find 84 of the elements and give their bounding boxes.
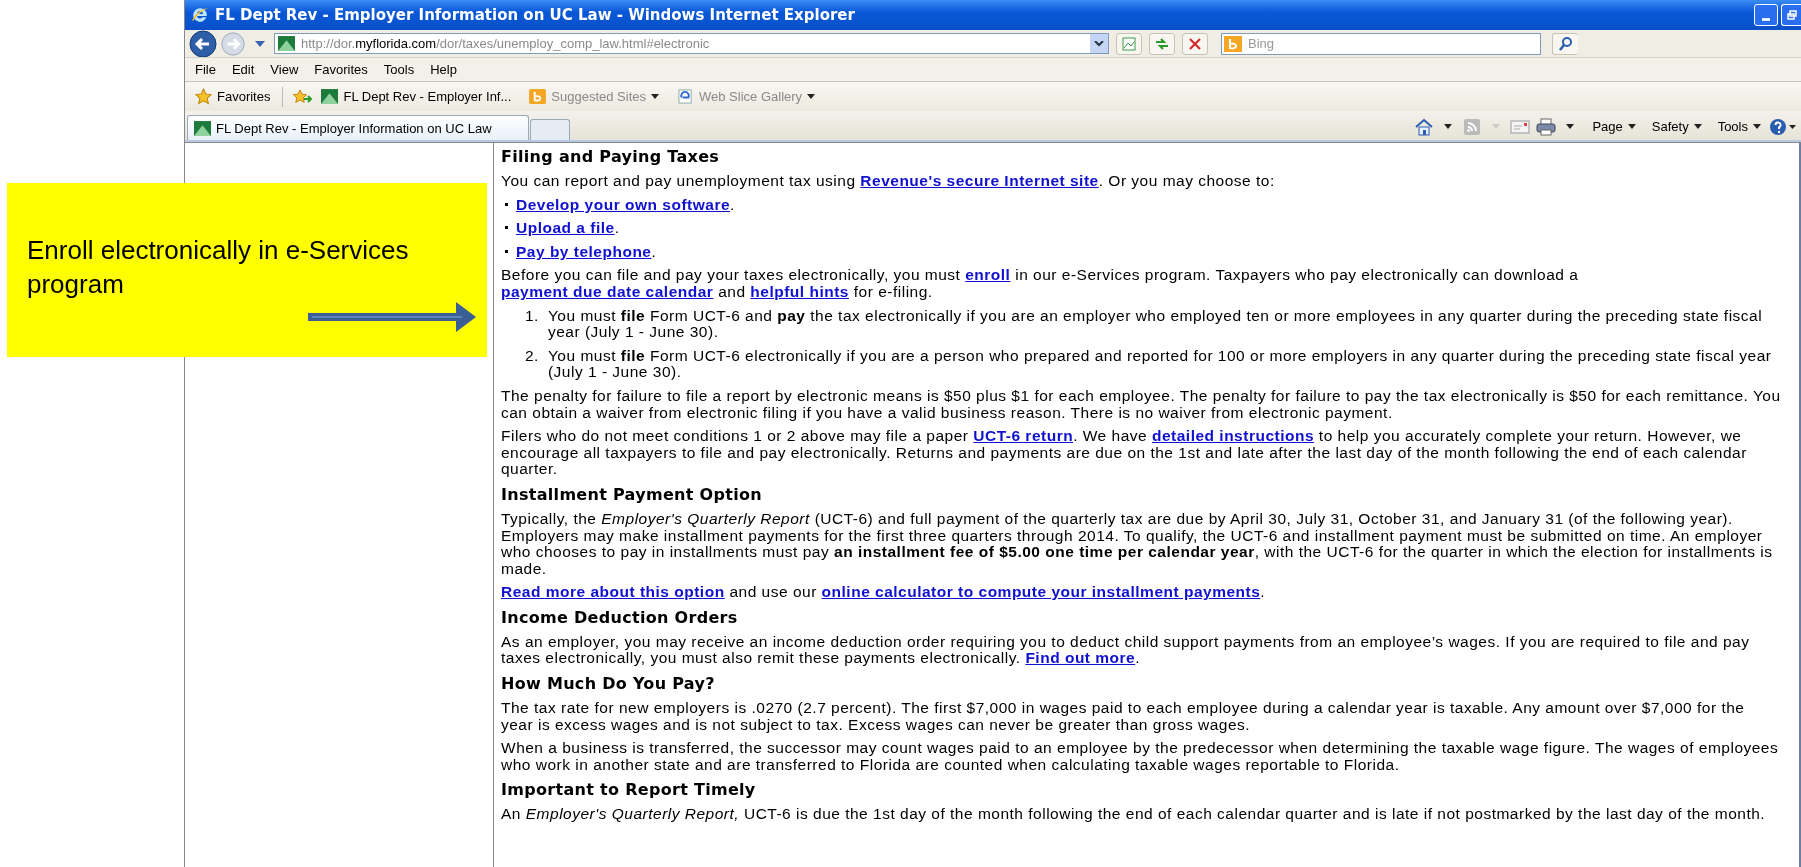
paragraph: The penalty for failure to file a report by electronic means is $50 plus $1 for each employee. The penalty for failure to pay the tax electronically is $50 for each remittance. You can obtain a waiver from electronic filing if you have a valid business reason. There is no waiver from electronic payment.: [501, 387, 1781, 422]
help-icon[interactable]: [1769, 117, 1797, 136]
stop-button[interactable]: [1182, 32, 1208, 55]
back-button[interactable]: [189, 29, 217, 58]
print-icon[interactable]: [1536, 117, 1557, 136]
link[interactable]: helpful hints: [750, 282, 849, 300]
chevron-icon: [1094, 40, 1104, 47]
link[interactable]: enroll: [965, 266, 1011, 284]
link[interactable]: Revenue's secure Internet site: [860, 172, 1099, 189]
caret-icon[interactable]: [1444, 124, 1453, 129]
link[interactable]: payment due date calendar: [501, 282, 714, 300]
arrow-icon: [308, 302, 476, 332]
restore-icon: [1786, 10, 1797, 20]
search-field[interactable]: Bing: [1221, 32, 1541, 55]
caret-icon[interactable]: [1566, 124, 1575, 129]
bullet-icon: [505, 226, 508, 230]
window-title: FL Dept Rev - Employer Information on UC Law - Windows Internet Explorer: [215, 6, 855, 24]
search-provider-icon: [529, 89, 547, 104]
paragraph: Read more about this option and use our online calculator to compute your installment payments.: [501, 584, 1267, 601]
refresh-button[interactable]: [1149, 32, 1175, 55]
paragraph: The tax rate for new employers is .0270 (2.7 percent). The first $7,000 in wages paid to each employee during a calendar year is taxable. Any amount over $7,000 for the year is excess wages and is not subject to tax. Excess wages can never be greater than gross wages.: [501, 700, 1746, 734]
paragraph: Typically, the Employer's Quarterly Report (UCT-6) and full payment of the quarterly tax are due by April 30, July 31, October 31, and January 31 (of the following year). Employers may make installment payments for the first three quarters through 2014. To qualify, the UCT-6 and installment payment must be submitted on time. An employer who chooses to pay in installments must pay an installment fee of $5.00 one time per calendar year, with the UCT-6 for the quarter in which the election for installments is made.: [501, 510, 1774, 578]
section-heading: Installment Payment Option: [501, 484, 763, 504]
caret-icon: [1627, 124, 1636, 129]
section-heading: Income Deduction Orders: [501, 607, 739, 627]
section-heading: Filing and Paying Taxes: [501, 147, 721, 166]
favorites-link[interactable]: FL Dept Rev - Employer Inf...: [319, 89, 514, 104]
paragraph: As an employer, you may receive an income deduction order requiring you to deduct child support payments from an employee’s wages. If you are required to file and pay taxes electronically, you must also remit these payments electronically. Find out more.: [501, 633, 1751, 668]
dropdown-button[interactable]: [1090, 34, 1108, 53]
link[interactable]: Pay by telephone: [516, 242, 652, 260]
command-menu[interactable]: Safety: [1649, 119, 1704, 134]
add-favorite-icon[interactable]: [293, 88, 314, 105]
link[interactable]: Read more about this option: [501, 583, 725, 601]
address-field[interactable]: http://dor.myflorida.com/dor/taxes/unemploy_comp_law.html#electronic: [274, 33, 1109, 54]
favorites-button[interactable]: Favorites: [193, 88, 273, 105]
site-icon: [194, 120, 211, 136]
browser-logo-icon: [191, 6, 209, 24]
site-icon: [321, 89, 339, 104]
menu-item[interactable]: Favorites: [306, 62, 376, 77]
star-icon: [195, 88, 212, 105]
search-button[interactable]: [1552, 32, 1578, 55]
list-number: 1.: [525, 307, 539, 326]
paragraph: Filers who do not meet conditions 1 or 2 above may file a paper UCT-6 return. We have detailed instructions to help you accurately complete your return. However, we encourage all taxpayers to file and pay electronically. Returns and payments are due on the 1st and late after the last day of the month following the end of each calendar quarter.: [501, 428, 1748, 478]
menu-item[interactable]: File: [187, 62, 224, 77]
list-item: Upload a file.: [516, 220, 620, 237]
menu-item[interactable]: Edit: [223, 62, 263, 77]
minimize-button[interactable]: [1754, 4, 1778, 26]
link[interactable]: Find out more: [1025, 649, 1136, 667]
page-icon: [677, 89, 694, 104]
menu-item[interactable]: Tools: [375, 62, 423, 77]
close-icon: [1187, 35, 1203, 52]
bullet-icon: [505, 202, 508, 206]
section-heading: How Much Do You Pay?: [501, 674, 716, 694]
link[interactable]: Develop your own software: [516, 195, 731, 213]
paragraph: Before you can file and pay your taxes electronically, you must enroll in our e-Services program. Taxpayers who pay electronically can download a payment due date calendar and helpful hints for e-filing.: [501, 267, 1580, 301]
minimize-icon: [1762, 17, 1770, 21]
caret-icon: [1693, 124, 1702, 129]
menu-item[interactable]: Help: [422, 62, 465, 77]
paragraph: An Employer's Quarterly Report, UCT-6 is due the 1st day of the month following the end of each calendar quarter and is late if not postmarked by the last day of the month.: [501, 806, 1767, 824]
list-item: Pay by telephone.: [516, 243, 657, 261]
paragraph: You can report and pay unemployment tax using Revenue's secure Internet site. Or you may choose to:: [501, 173, 1276, 190]
browser-tab[interactable]: FL Dept Rev - Employer Information on UC Law: [187, 115, 529, 140]
link[interactable]: UCT-6 return: [973, 427, 1074, 445]
list-item: You must file Form UCT-6 and pay the tax electronically if you are an employer who employed ten or more employees in any quarter during the preceding state fiscal year (July 1 - June 30).: [547, 307, 1764, 341]
link[interactable]: detailed instructions: [1151, 427, 1315, 445]
caret-icon: [1753, 124, 1761, 129]
menu-item[interactable]: View: [262, 62, 307, 77]
command-menu[interactable]: Page: [1590, 119, 1638, 134]
callout-text: Enroll electronically in e-Services program: [27, 234, 410, 301]
home-icon[interactable]: [1414, 117, 1435, 136]
paragraph: When a business is transferred, the successor may count wages paid to an employee by the predecessor when determining the taxable wage figure. The wages of employees who work in another state and are transferred to Florida are counted when calculating taxable wages reportable to Florida.: [501, 740, 1780, 774]
search-icon: [1557, 35, 1574, 52]
list-item: Develop your own software.: [516, 196, 735, 214]
command-menu[interactable]: Tools: [1715, 119, 1763, 134]
page-chart-icon: [1121, 35, 1137, 52]
bullet-icon: [505, 249, 508, 253]
list-number: 2.: [525, 347, 539, 366]
refresh-icon: [1154, 35, 1170, 52]
mail-icon[interactable]: [1510, 117, 1531, 136]
list-item: You must file Form UCT-6 electronically if you are a person who prepared and reported for 100 or more employers in any quarter during the preceding state fiscal year (July 1 - June 30).: [547, 347, 1773, 381]
restore-button[interactable]: [1781, 4, 1801, 26]
link[interactable]: Upload a file: [516, 219, 615, 237]
section-heading: Important to Report Timely: [501, 780, 757, 800]
site-icon: [278, 36, 295, 51]
